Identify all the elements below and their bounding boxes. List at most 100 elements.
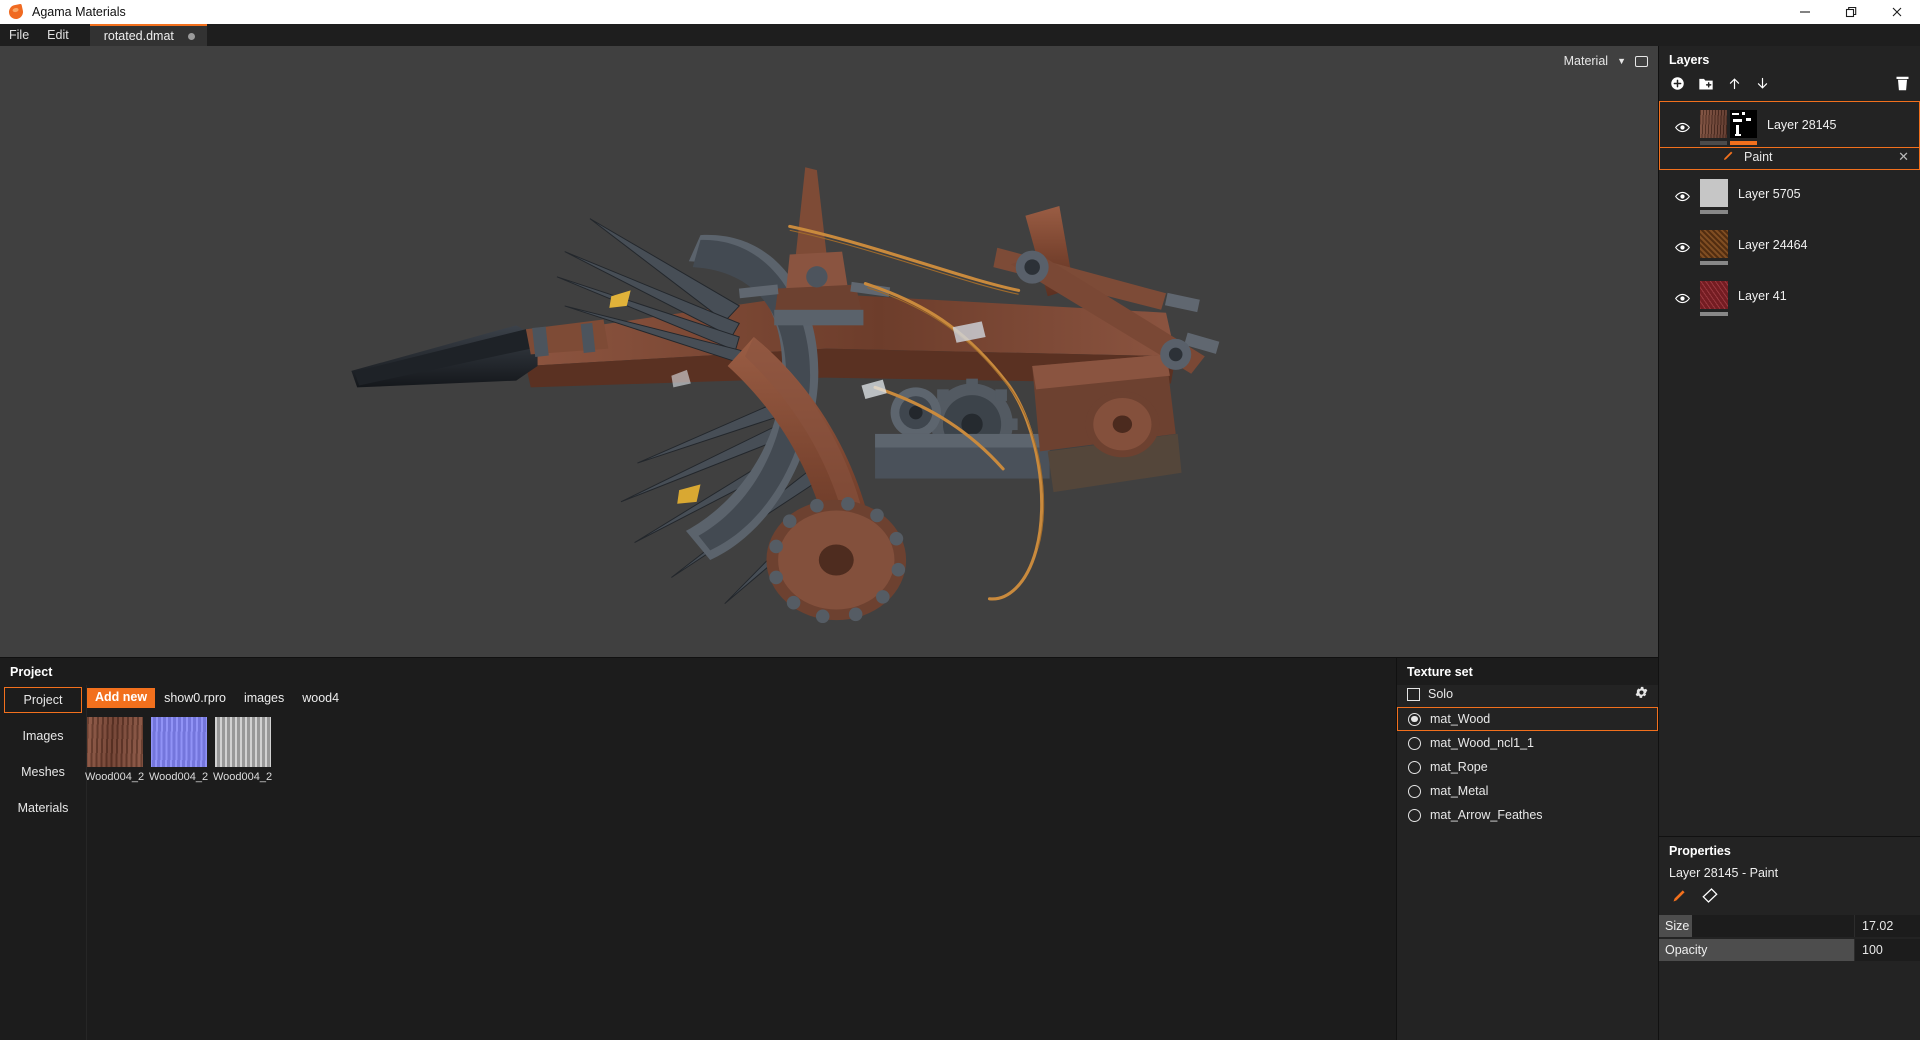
material-item-mat-wood[interactable]: mat_Wood bbox=[1397, 707, 1658, 731]
sidebar-item-materials[interactable]: Materials bbox=[4, 795, 82, 821]
opacity-value[interactable]: 100 bbox=[1854, 939, 1920, 961]
layer-thumbnail[interactable] bbox=[1700, 230, 1728, 258]
layer-thumbnail[interactable] bbox=[1700, 110, 1727, 138]
rectangle-icon[interactable] bbox=[1635, 55, 1648, 67]
minimize-icon[interactable] bbox=[1782, 0, 1828, 24]
application-window: Agama Materials File Edit rotated.dmat M… bbox=[0, 0, 1920, 1040]
property-row-opacity[interactable]: Opacity 100 bbox=[1659, 939, 1920, 961]
layer-opacity-bar[interactable] bbox=[1700, 141, 1727, 145]
material-list: mat_Wood mat_Wood_ncl1_1 mat_Rope mat_Me… bbox=[1397, 707, 1658, 827]
tab-rotated-dmat[interactable]: rotated.dmat bbox=[89, 24, 207, 46]
add-new-button[interactable]: Add new bbox=[87, 688, 156, 708]
radio-icon[interactable] bbox=[1408, 808, 1421, 822]
layers-toolbar bbox=[1659, 73, 1920, 101]
size-value[interactable]: 17.02 bbox=[1854, 915, 1920, 937]
viewport-3d-canvas[interactable] bbox=[0, 46, 1658, 657]
breadcrumb: Add new show0.rpro images wood4 bbox=[87, 685, 1396, 709]
layer-thumbnail[interactable] bbox=[1700, 281, 1728, 309]
tab-modified-indicator[interactable] bbox=[187, 32, 195, 40]
layer-thumbnails bbox=[1700, 179, 1728, 214]
layer-mask-thumbnail[interactable] bbox=[1730, 110, 1757, 138]
solo-checkbox[interactable] bbox=[1407, 687, 1420, 701]
gear-icon[interactable] bbox=[1634, 685, 1649, 703]
texture-set-title: Texture set bbox=[1397, 658, 1658, 685]
layer-row-28145[interactable]: Layer 28145 bbox=[1659, 101, 1920, 148]
asset-item[interactable]: Wood004_2K, bbox=[213, 717, 273, 783]
material-label: mat_Wood bbox=[1430, 712, 1491, 726]
breadcrumb-item-wood4[interactable]: wood4 bbox=[293, 691, 348, 705]
brush-icon[interactable] bbox=[1671, 887, 1688, 907]
size-slider[interactable]: Size bbox=[1659, 915, 1854, 937]
property-row-size[interactable]: Size 17.02 bbox=[1659, 915, 1920, 937]
breadcrumb-item-project-file[interactable]: show0.rpro bbox=[155, 691, 235, 705]
menu-file[interactable]: File bbox=[0, 24, 38, 46]
material-item-mat-arrow-feathes[interactable]: mat_Arrow_Feathes bbox=[1397, 803, 1658, 827]
layer-name: Layer 24464 bbox=[1738, 238, 1808, 252]
layer-opacity-bar[interactable] bbox=[1700, 261, 1728, 265]
layer-thumbnails bbox=[1700, 281, 1728, 316]
sidebar-item-images[interactable]: Images bbox=[4, 723, 82, 749]
material-label: mat_Rope bbox=[1430, 760, 1488, 774]
breadcrumb-item-images[interactable]: images bbox=[235, 691, 293, 705]
eye-icon[interactable] bbox=[1674, 230, 1690, 253]
layer-row-41[interactable]: Layer 41 bbox=[1659, 272, 1920, 323]
material-label: mat_Wood_ncl1_1 bbox=[1430, 736, 1535, 750]
asset-thumbnail[interactable] bbox=[151, 717, 207, 767]
eye-icon[interactable] bbox=[1674, 179, 1690, 202]
properties-subtitle: Layer 28145 - Paint bbox=[1669, 866, 1779, 880]
leaf-icon bbox=[7, 3, 25, 21]
plus-circle-icon[interactable] bbox=[1670, 76, 1685, 91]
sublayer-paint[interactable]: Paint ✕ bbox=[1659, 147, 1920, 170]
layer-mask-active-bar[interactable] bbox=[1730, 141, 1757, 145]
menu-bar: File Edit rotated.dmat bbox=[0, 24, 1920, 46]
eraser-icon[interactable] bbox=[1702, 887, 1721, 907]
layer-opacity-bar[interactable] bbox=[1700, 210, 1728, 214]
layer-thumbnail[interactable] bbox=[1700, 179, 1728, 207]
asset-thumbnail[interactable] bbox=[215, 717, 271, 767]
arrow-down-icon[interactable] bbox=[1755, 76, 1770, 91]
layer-opacity-bar[interactable] bbox=[1700, 312, 1728, 316]
material-label: mat_Arrow_Feathes bbox=[1430, 808, 1543, 822]
layer-row-24464[interactable]: Layer 24464 bbox=[1659, 221, 1920, 272]
tab-strip: rotated.dmat bbox=[89, 24, 207, 46]
menu-edit[interactable]: Edit bbox=[38, 24, 78, 46]
texture-set-panel: Texture set Solo mat_Wood mat_Wood_ncl1_… bbox=[1396, 657, 1658, 1040]
viewport-container: Material ▼ bbox=[0, 46, 1658, 657]
material-label: mat_Metal bbox=[1430, 784, 1489, 798]
opacity-slider[interactable]: Opacity bbox=[1659, 939, 1854, 961]
asset-thumbnail[interactable] bbox=[87, 717, 143, 767]
sidebar-item-label: Materials bbox=[17, 801, 69, 815]
radio-icon[interactable] bbox=[1408, 760, 1421, 774]
material-item-mat-rope[interactable]: mat_Rope bbox=[1397, 755, 1658, 779]
chevron-down-icon[interactable]: ▼ bbox=[1617, 56, 1626, 66]
sidebar-item-label: Project bbox=[23, 693, 63, 707]
folder-plus-icon[interactable] bbox=[1698, 76, 1714, 91]
layer-row-5705[interactable]: Layer 5705 bbox=[1659, 170, 1920, 221]
eye-icon[interactable] bbox=[1674, 110, 1690, 133]
close-icon[interactable] bbox=[1874, 0, 1920, 24]
viewport-toolbar: Material ▼ bbox=[1564, 46, 1658, 76]
layer-name: Layer 5705 bbox=[1738, 187, 1801, 201]
trash-icon[interactable] bbox=[1895, 75, 1910, 92]
material-item-mat-metal[interactable]: mat_Metal bbox=[1397, 779, 1658, 803]
radio-icon[interactable] bbox=[1408, 712, 1421, 726]
asset-item[interactable]: Wood004_2K, bbox=[149, 717, 209, 783]
radio-icon[interactable] bbox=[1408, 736, 1421, 750]
project-sidebar: Project Images Meshes Materials bbox=[0, 685, 86, 1040]
properties-title: Properties bbox=[1669, 844, 1731, 858]
ballista-3d-model bbox=[196, 46, 1462, 657]
sidebar-item-project[interactable]: Project bbox=[4, 687, 82, 713]
asset-item[interactable]: Wood004_2K, bbox=[85, 717, 145, 783]
project-panel-title: Project bbox=[0, 658, 1396, 685]
material-item-mat-wood-ncl1-1[interactable]: mat_Wood_ncl1_1 bbox=[1397, 731, 1658, 755]
maximize-icon[interactable] bbox=[1828, 0, 1874, 24]
solo-row: Solo bbox=[1397, 685, 1658, 707]
viewport-mode-label[interactable]: Material bbox=[1564, 54, 1608, 68]
arrow-up-icon[interactable] bbox=[1727, 76, 1742, 91]
sidebar-item-meshes[interactable]: Meshes bbox=[4, 759, 82, 785]
close-icon[interactable]: ✕ bbox=[1898, 149, 1909, 165]
properties-panel: Properties Layer 28145 - Paint Size 17.0… bbox=[1659, 836, 1920, 1040]
sidebar-item-label: Meshes bbox=[21, 765, 65, 779]
eye-icon[interactable] bbox=[1674, 281, 1690, 304]
radio-icon[interactable] bbox=[1408, 784, 1421, 798]
